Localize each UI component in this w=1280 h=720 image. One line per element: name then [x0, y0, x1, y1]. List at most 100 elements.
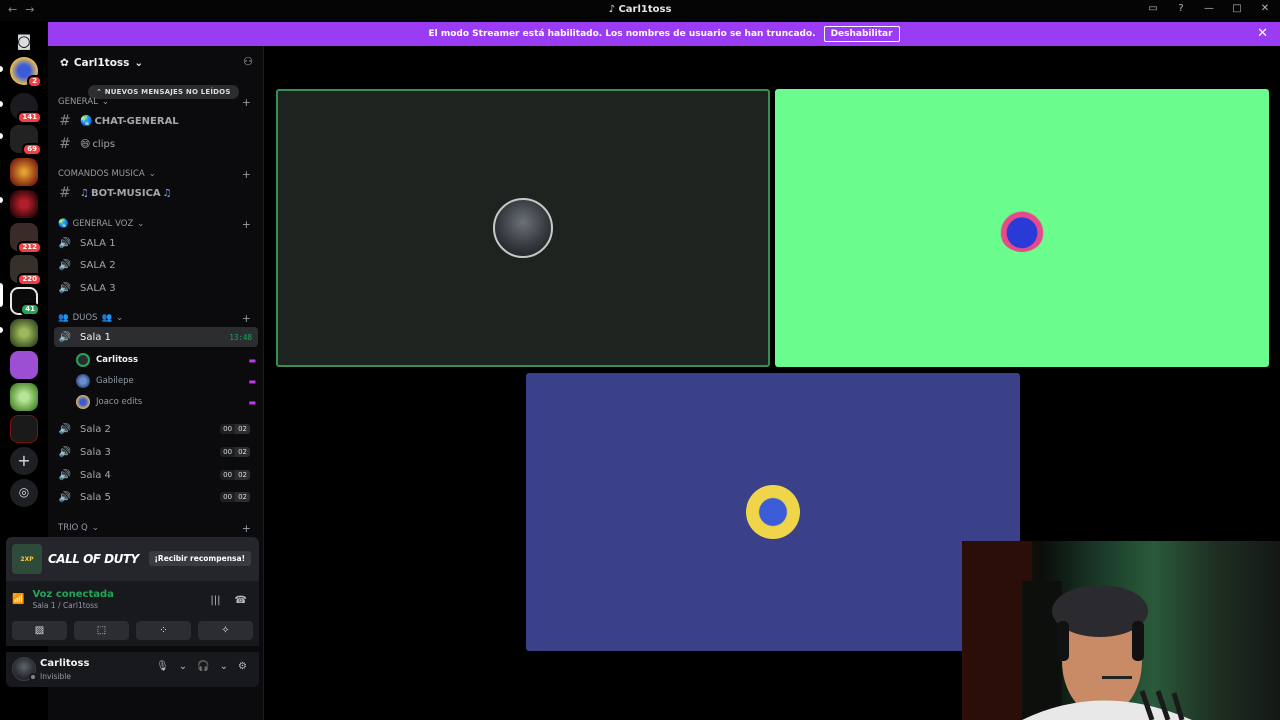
- voice-member[interactable]: Gabilepe ▬: [76, 372, 256, 390]
- speaker-icon: 🔊: [58, 259, 72, 271]
- participant-tile[interactable]: [276, 89, 770, 367]
- unread-pill-indicator: [0, 327, 3, 333]
- mention-badge: 141: [17, 111, 42, 124]
- smile-emoji-icon: 😄: [80, 138, 91, 150]
- speaker-icon: 🔊: [58, 446, 72, 458]
- voice-channel-duos-sala4[interactable]: 🔊 Sala 4 00 02: [54, 465, 258, 485]
- discover-icon[interactable]: ◎: [10, 479, 38, 507]
- game-title: CALL OF DUTY: [48, 552, 139, 566]
- claim-reward-button[interactable]: ¡Recibir recompensa!: [148, 551, 251, 566]
- avatar: [76, 395, 90, 409]
- close-window-button[interactable]: ✕: [1258, 3, 1272, 14]
- noise-suppression-icon[interactable]: |||: [210, 595, 220, 606]
- category-label: DUOS: [72, 313, 98, 323]
- user-name[interactable]: Carlitoss: [40, 658, 89, 669]
- chevron-down-icon: ⌄: [137, 219, 145, 229]
- close-icon[interactable]: ✕: [1257, 26, 1268, 41]
- category-label: GENERAL VOZ: [72, 219, 134, 229]
- globe-emoji-icon: 🌏: [80, 115, 93, 127]
- server-icon[interactable]: [10, 158, 38, 186]
- minimize-button[interactable]: —: [1202, 3, 1216, 14]
- chevron-down-icon: ⌄: [148, 169, 156, 179]
- chevron-down-icon[interactable]: ⌄: [220, 661, 228, 672]
- guild-name: Carl1toss: [73, 57, 130, 69]
- voice-channel-sala1[interactable]: 🔊 SALA 1: [54, 233, 258, 253]
- signal-icon[interactable]: 📶: [12, 594, 24, 605]
- server-icon[interactable]: [10, 319, 38, 347]
- camera-off-button[interactable]: ▨: [12, 621, 67, 640]
- status-indicator: [29, 673, 37, 681]
- disable-streamer-button[interactable]: Deshabilitar: [823, 26, 900, 42]
- gear-icon[interactable]: ⚙: [238, 661, 247, 672]
- server-icon[interactable]: [10, 383, 38, 411]
- server-icon[interactable]: [10, 351, 38, 379]
- server-icon[interactable]: 69: [10, 125, 42, 156]
- help-icon[interactable]: ?: [1174, 3, 1188, 14]
- webcam-overlay: [962, 541, 1280, 720]
- category-label: GENERAL: [58, 97, 98, 107]
- tiktok-icon: ♪: [608, 4, 619, 15]
- participant-tile[interactable]: [526, 373, 1020, 651]
- people-emoji-icon: 👥: [58, 313, 69, 323]
- voice-member[interactable]: Carlitoss ▬: [76, 351, 256, 369]
- invite-icon[interactable]: ⚇: [243, 55, 253, 68]
- live-stream-icon: ▬: [248, 355, 256, 365]
- add-channel-icon[interactable]: +: [242, 522, 251, 535]
- headphones: [1132, 621, 1144, 661]
- add-server-icon[interactable]: +: [10, 447, 38, 475]
- voice-channel-duos-sala1[interactable]: 🔊 Sala 1 13:48: [54, 327, 258, 347]
- share-screen-button[interactable]: ⬚: [74, 621, 129, 640]
- voice-channel-duos-sala2[interactable]: 🔊 Sala 2 00 02: [54, 419, 258, 439]
- server-icon[interactable]: 2: [10, 57, 42, 88]
- server-icon-active[interactable]: 41: [10, 287, 40, 316]
- add-channel-icon[interactable]: +: [242, 312, 251, 325]
- background-wall: [962, 541, 1032, 720]
- activities-button[interactable]: ⁘: [136, 621, 191, 640]
- headphones-icon[interactable]: 🎧: [197, 661, 209, 672]
- voice-member[interactable]: Joaco edits ▬: [76, 393, 256, 411]
- speaker-icon: 🔊: [58, 282, 72, 294]
- category-comandos-musica[interactable]: COMANDOS MUSICA ⌄ +: [58, 168, 253, 181]
- channel-label: SALA 1: [80, 237, 116, 249]
- user-limit: 02: [235, 424, 250, 434]
- user-count: 00: [220, 492, 236, 502]
- category-general[interactable]: GENERAL ⌄ +: [58, 96, 253, 109]
- add-channel-icon[interactable]: +: [242, 218, 251, 231]
- channel-label: SALA 3: [80, 282, 116, 294]
- hash-icon: #: [59, 136, 71, 152]
- inbox-icon[interactable]: ▭: [1146, 3, 1160, 14]
- channel-clips[interactable]: # 😄 clips: [54, 134, 258, 154]
- music-note-icon: ♫: [80, 187, 89, 199]
- music-note-icon: ♫: [162, 187, 172, 199]
- server-icon[interactable]: [10, 415, 38, 443]
- server-icon[interactable]: 212: [10, 223, 42, 254]
- channel-label: Sala 2: [80, 423, 111, 435]
- add-channel-icon[interactable]: +: [242, 96, 251, 109]
- voice-channel-sala2[interactable]: 🔊 SALA 2: [54, 255, 258, 275]
- category-duos[interactable]: 👥 DUOS 👥 ⌄ +: [58, 312, 253, 325]
- unread-pill-indicator: [0, 66, 3, 72]
- channel-bot-musica[interactable]: # ♫ BOT-MUSICA ♫: [54, 183, 258, 203]
- server-icon[interactable]: 220: [10, 255, 42, 286]
- add-channel-icon[interactable]: +: [242, 168, 251, 181]
- server-icon[interactable]: 141: [10, 93, 42, 124]
- participant-tile[interactable]: [775, 89, 1269, 367]
- user-limit: 02: [235, 492, 250, 502]
- channel-chat-general[interactable]: # 🌏 CHAT-GENERAL: [54, 111, 258, 131]
- guild-header[interactable]: ✿ Carl1toss ⌄ ⚇: [48, 46, 263, 80]
- voice-channel-sala3[interactable]: 🔊 SALA 3: [54, 278, 258, 298]
- soundboard-button[interactable]: ✧: [198, 621, 253, 640]
- disconnect-icon[interactable]: ☎: [235, 595, 247, 606]
- category-general-voz[interactable]: 🌏 GENERAL VOZ ⌄ +: [58, 218, 253, 231]
- voice-channel-duos-sala3[interactable]: 🔊 Sala 3 00 02: [54, 442, 258, 462]
- microphone-icon[interactable]: 🎙: [156, 661, 169, 672]
- category-trio[interactable]: TRIO Q ⌄ +: [58, 522, 253, 535]
- mention-badge: 220: [17, 273, 42, 286]
- voice-status-subtitle[interactable]: Sala 1 / Carl1toss: [32, 601, 113, 610]
- server-icon[interactable]: [10, 190, 38, 218]
- discord-home-icon[interactable]: ◙: [10, 27, 38, 55]
- chevron-down-icon[interactable]: ⌄: [179, 661, 187, 672]
- voice-channel-duos-sala5[interactable]: 🔊 Sala 5 00 02: [54, 487, 258, 507]
- mention-badge: 41: [20, 303, 40, 316]
- maximize-button[interactable]: □: [1230, 3, 1244, 14]
